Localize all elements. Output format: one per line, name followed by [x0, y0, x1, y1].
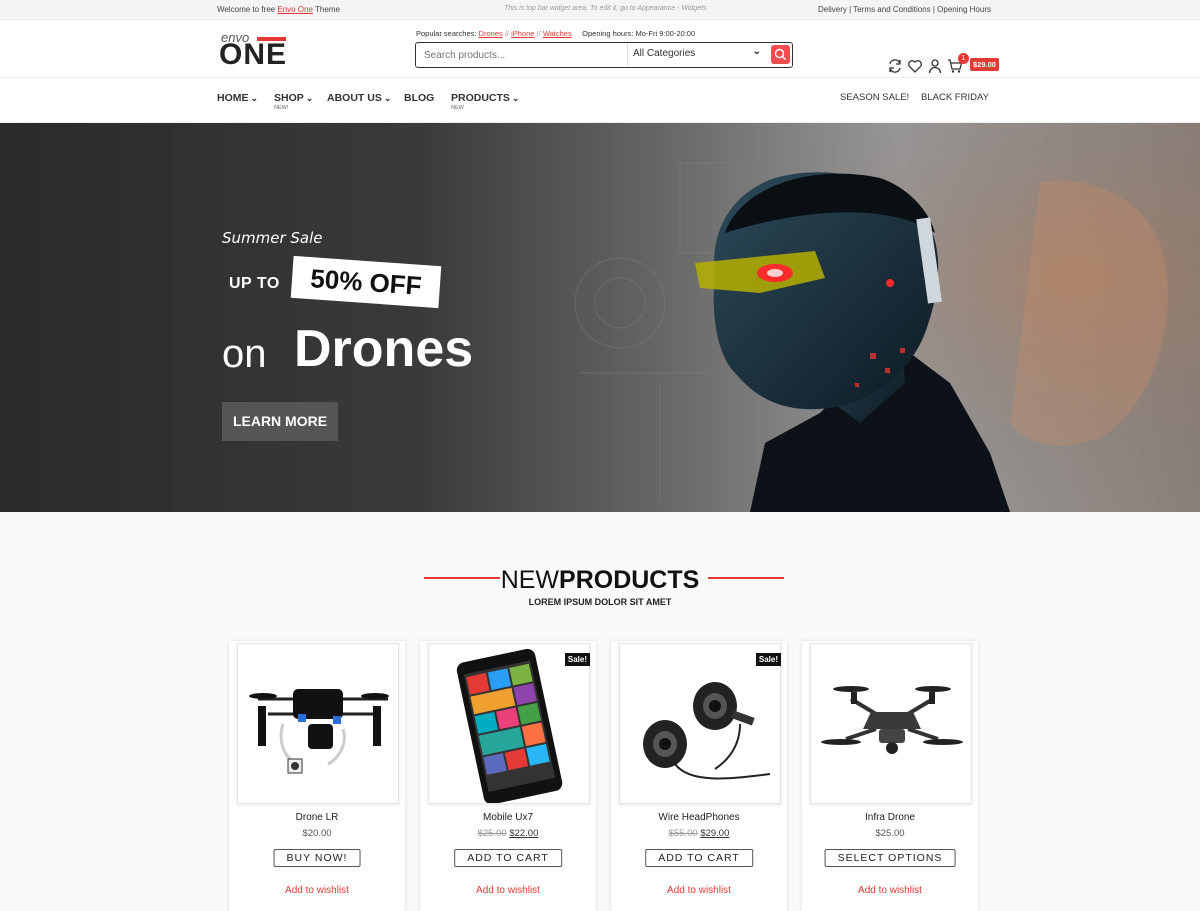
section-title-light: NEW	[500, 566, 560, 594]
select-options-button[interactable]: SELECT OPTIONS	[824, 849, 956, 867]
widget-note: This is top bar widget area. To edit it,…	[504, 5, 707, 12]
buy-now-button[interactable]: BUY NOW!	[273, 849, 361, 867]
category-selected: All Categories	[633, 48, 696, 59]
product-image[interactable]	[619, 643, 781, 804]
nav-item-home[interactable]: Home ⌄	[217, 92, 258, 104]
topbar-links[interactable]: Delivery | Terms and Conditions | Openin…	[818, 5, 991, 14]
learn-more-button[interactable]: LEARN MORE	[222, 402, 338, 441]
nav-item-products[interactable]: Products ⌄ NEW	[451, 92, 520, 111]
nav-shop-label: Shop	[274, 92, 304, 104]
cart-count-badge: 1	[958, 53, 969, 64]
hero-on: on	[222, 332, 267, 376]
nav-item-blog[interactable]: Blog	[404, 92, 434, 104]
nav-item-shop[interactable]: Shop ⌄ NEW!	[274, 92, 314, 111]
product-name[interactable]: Mobile Ux7	[420, 812, 596, 823]
nav-black-friday[interactable]: Black Friday	[921, 92, 989, 103]
product-price: $55.00 $29.00	[611, 828, 787, 839]
nav-shop-badge: NEW!	[274, 105, 289, 111]
welcome-suffix: Theme	[315, 5, 340, 14]
chevron-down-icon: ⌄	[752, 46, 761, 57]
product-card: Sale! Wire HeadPhones $55.00 $29.00 ADD …	[611, 641, 787, 911]
section-title-bold: PRODUCTS	[559, 566, 700, 594]
price-current: $25.00	[875, 828, 905, 839]
main-nav: Home ⌄ Shop ⌄ NEW! About Us ⌄ Blog Products…	[0, 78, 1200, 123]
product-image[interactable]	[428, 643, 590, 804]
product-name[interactable]: Infra Drone	[802, 812, 978, 823]
nav-blog-label: Blog	[404, 92, 435, 104]
price-old: $25.00	[477, 828, 507, 839]
product-name[interactable]: Drone LR	[229, 812, 405, 823]
hero-subtitle: Summer Sale	[222, 229, 323, 247]
price-current: $29.00	[700, 828, 730, 839]
product-price: $25.00 $22.00	[420, 828, 596, 839]
site-header: envo ONE Popular searches: Drones // iPh…	[0, 20, 1200, 78]
section-title: NEWPRODUCTS	[0, 566, 1200, 595]
user-icon[interactable]	[927, 58, 943, 74]
hero-up-to: UP TO	[229, 275, 280, 292]
price-current: $22.00	[509, 828, 539, 839]
product-price: $20.00	[229, 828, 405, 839]
sale-badge: Sale!	[755, 653, 781, 666]
add-to-wishlist-link[interactable]: Add to wishlist	[611, 885, 787, 896]
add-to-wishlist-link[interactable]: Add to wishlist	[229, 885, 405, 896]
popular-label: Popular searches:	[416, 29, 477, 38]
nav-products-label: Products	[451, 92, 510, 104]
product-card: Sale! Mobile Ux7 $25.00 $22.00 ADD TO CA…	[420, 641, 596, 911]
heart-icon[interactable]	[907, 58, 923, 74]
chevron-down-icon: ⌄	[383, 93, 392, 103]
hero-banner: Summer Sale UP TO 50% OFF on Drones LEAR…	[0, 123, 1200, 512]
add-to-cart-button[interactable]: ADD TO CART	[454, 849, 562, 867]
product-image[interactable]	[237, 643, 399, 804]
chevron-down-icon: ⌄	[305, 93, 314, 103]
search-icon	[774, 48, 786, 60]
site-logo[interactable]: envo ONE	[219, 30, 289, 76]
welcome-text: Welcome to free Envo One Theme	[217, 5, 340, 14]
popular-link-watches[interactable]: Watches	[543, 29, 572, 38]
hero-product: Drones	[294, 320, 474, 378]
price-current: $20.00	[302, 828, 332, 839]
add-to-wishlist-link[interactable]: Add to wishlist	[802, 885, 978, 896]
popular-link-iphone[interactable]: iPhone	[511, 29, 534, 38]
chevron-down-icon: ⌄	[511, 93, 520, 103]
product-card: Drone LR $20.00 BUY NOW! Add to wishlist	[229, 641, 405, 911]
product-price: $25.00	[802, 828, 978, 839]
nav-about-label: About Us	[327, 92, 382, 104]
category-select[interactable]: All Categories ⌄	[627, 43, 767, 66]
opening-hours: Opening hours: Mo-Fri 9:00-20:00	[582, 29, 696, 38]
search-button[interactable]	[771, 45, 790, 64]
sale-badge: Sale!	[564, 653, 590, 666]
headphones-image	[643, 682, 771, 780]
logo-big-text: ONE	[219, 38, 288, 71]
search-input[interactable]	[424, 47, 624, 63]
nav-season-sale[interactable]: Season Sale!	[840, 92, 909, 103]
cart-total[interactable]: $29.00	[970, 58, 999, 71]
envo-one-link[interactable]: Envo One	[277, 5, 313, 14]
popular-link-drones[interactable]: Drones	[479, 29, 503, 38]
add-to-cart-button[interactable]: ADD TO CART	[645, 849, 753, 867]
product-image[interactable]	[810, 643, 972, 804]
drone-lr-image	[249, 689, 389, 774]
section-subtitle: LOREM IPSUM DOLOR SIT AMET	[528, 597, 672, 607]
add-to-wishlist-link[interactable]: Add to wishlist	[420, 885, 596, 896]
chevron-down-icon: ⌄	[250, 93, 259, 103]
top-bar: Welcome to free Envo One Theme This is t…	[0, 0, 1200, 20]
product-card: Infra Drone $25.00 SELECT OPTIONS Add to…	[802, 641, 978, 911]
product-name[interactable]: Wire HeadPhones	[611, 812, 787, 823]
search-form: All Categories ⌄	[415, 42, 793, 68]
welcome-prefix: Welcome to free	[217, 5, 276, 14]
nav-item-about-us[interactable]: About Us ⌄	[327, 92, 391, 104]
nav-home-label: Home	[217, 92, 249, 104]
compare-icon[interactable]	[887, 58, 903, 74]
nav-products-badge: NEW	[451, 105, 464, 111]
hero-discount: 50% OFF	[290, 255, 442, 309]
popular-searches: Popular searches: Drones // iPhone // Wa…	[416, 29, 696, 38]
price-old: $55.00	[668, 828, 698, 839]
hero-portrait-image	[560, 123, 1200, 512]
infra-drone-image	[821, 686, 963, 754]
mobile-phone-image	[456, 648, 563, 803]
